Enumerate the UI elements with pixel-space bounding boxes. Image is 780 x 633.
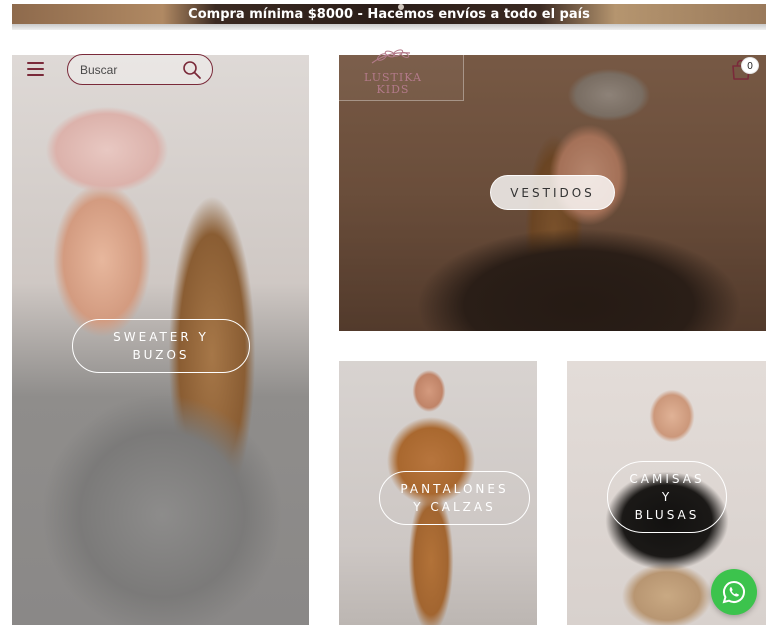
whatsapp-icon <box>722 580 746 604</box>
announcement-text: Compra mínima $8000 - Hacemos envíos a t… <box>188 6 590 22</box>
menu-icon[interactable] <box>27 62 44 76</box>
category-button-camisas[interactable]: CAMISAS Y BLUSAS <box>607 461 727 533</box>
cart-count-badge: 0 <box>741 57 759 74</box>
announcement-bar: Compra mínima $8000 - Hacemos envíos a t… <box>12 4 766 24</box>
whatsapp-button[interactable] <box>711 569 757 615</box>
brand-logo[interactable]: LUSTIKA KIDS <box>322 40 464 101</box>
category-tile-sweater[interactable]: SWEATER Y BUZOS <box>12 55 309 625</box>
search-box[interactable] <box>67 54 213 85</box>
search-input[interactable] <box>80 61 180 79</box>
category-button-vestidos[interactable]: VESTIDOS <box>490 175 615 210</box>
category-tile-pantalones[interactable]: PANTALONES Y CALZAS <box>339 361 537 625</box>
search-icon[interactable] <box>182 60 202 80</box>
logo-branch-icon <box>371 49 411 64</box>
category-button-pantalones[interactable]: PANTALONES Y CALZAS <box>379 471 530 525</box>
category-button-sweater[interactable]: SWEATER Y BUZOS <box>72 319 250 373</box>
announcement-divider <box>12 24 766 30</box>
logo-text-line2: KIDS <box>376 83 410 96</box>
carousel-dot[interactable] <box>398 4 404 10</box>
